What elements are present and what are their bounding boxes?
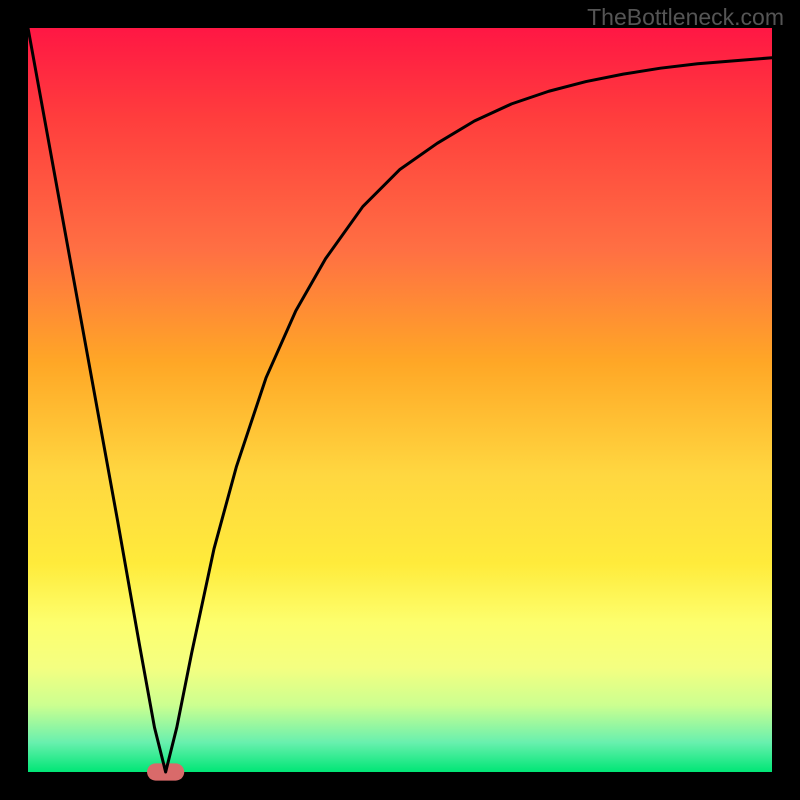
chart-background [28,28,772,772]
chart-container: TheBottleneck.com [0,0,800,800]
bottleneck-chart [0,0,800,800]
watermark-label: TheBottleneck.com [587,4,784,31]
